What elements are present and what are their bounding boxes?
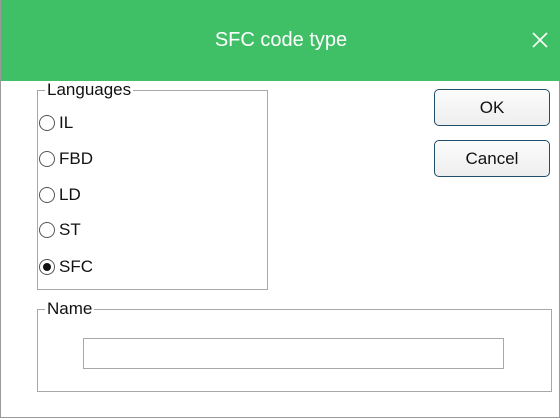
radio-label-ld: LD	[59, 185, 81, 204]
sfc-code-type-dialog: SFC code type Languages IL FBD LD ST SFC…	[0, 0, 560, 418]
radio-option-ld[interactable]: LD	[39, 184, 81, 206]
ok-button[interactable]: OK	[434, 89, 550, 126]
radio-label-st: ST	[59, 220, 81, 239]
radio-button-ld[interactable]	[39, 187, 55, 203]
radio-label-sfc: SFC	[59, 257, 93, 276]
radio-option-il[interactable]: IL	[39, 112, 73, 134]
close-icon	[532, 32, 548, 48]
radio-button-fbd[interactable]	[39, 151, 55, 167]
close-button[interactable]	[527, 27, 553, 53]
languages-group-label: Languages	[47, 80, 132, 99]
radio-option-st[interactable]: ST	[39, 219, 81, 241]
radio-option-fbd[interactable]: FBD	[39, 148, 93, 170]
dialog-title: SFC code type	[214, 29, 348, 51]
radio-button-st[interactable]	[39, 222, 55, 238]
radio-label-il: IL	[59, 113, 74, 132]
radio-option-sfc[interactable]: SFC	[39, 256, 93, 278]
radio-button-il[interactable]	[39, 115, 55, 131]
radio-button-sfc[interactable]	[39, 259, 55, 275]
cancel-button[interactable]: Cancel	[434, 140, 550, 177]
name-input[interactable]	[83, 338, 504, 369]
name-group-label: Name	[47, 299, 93, 318]
dialog-titlebar: SFC code type	[1, 0, 560, 81]
radio-label-fbd: FBD	[59, 149, 93, 168]
